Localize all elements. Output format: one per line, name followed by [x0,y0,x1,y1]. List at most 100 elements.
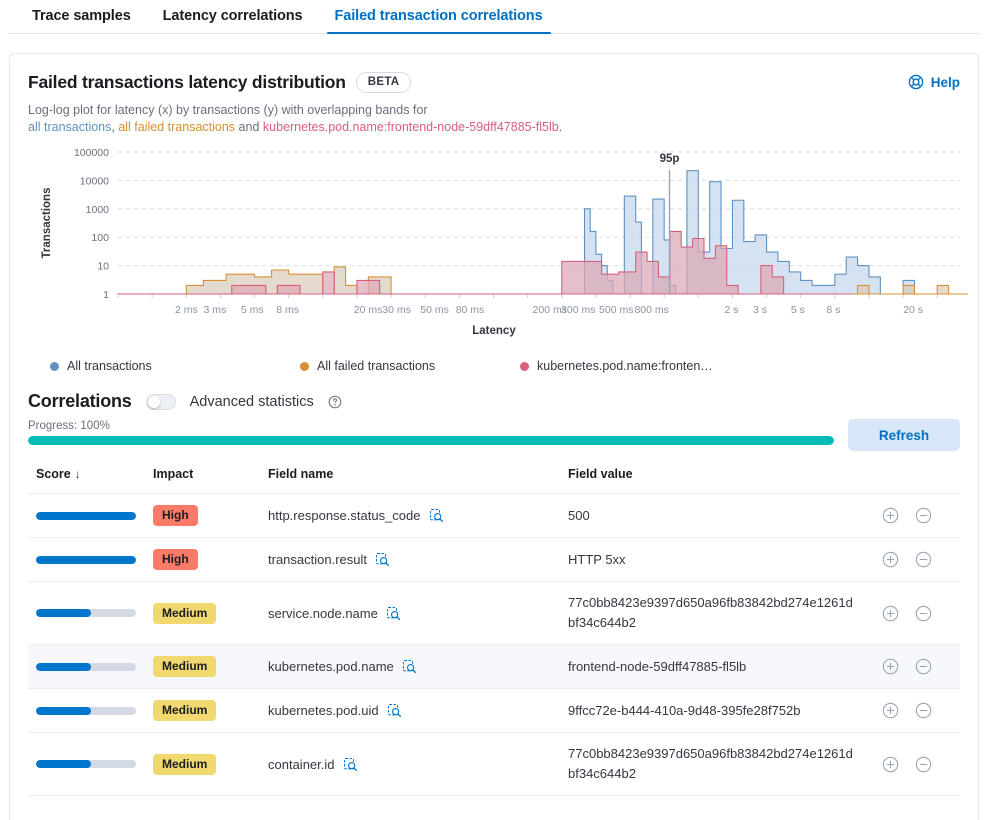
field-name-label: service.node.name [268,606,378,621]
chart-legend: All transactions All failed transactions… [28,359,960,373]
field-name-label: kubernetes.pod.uid [268,703,379,718]
table-row[interactable]: Mediumcontainer.id77c0bb8423e9397d650a96… [28,733,960,796]
svg-text:10: 10 [97,261,109,273]
table-row[interactable]: Hightransaction.resultHTTP 5xx [28,538,960,582]
inspect-field-icon[interactable] [387,703,402,718]
row-actions [882,702,960,719]
column-header-score[interactable]: Score↓ [28,461,153,494]
filter-include-icon[interactable] [882,507,899,524]
toggle-knob [148,396,160,408]
field-name-label: container.id [268,757,335,772]
cell-actions [882,733,960,796]
row-actions [882,756,960,773]
inspect-field-icon[interactable] [402,659,417,674]
svg-text:3 s: 3 s [753,304,767,316]
link-all-failed-transactions[interactable]: all failed transactions [118,120,235,134]
cell-actions [882,538,960,582]
table-head: Score↓ Impact Field name Field value [28,461,960,494]
field-value-label: 9ffcc72e-b444-410a-9d48-395fe28f752b [568,701,858,721]
filter-include-icon[interactable] [882,658,899,675]
latency-distribution-chart[interactable]: 110100100010000100000Transactions2 ms3 m… [28,142,960,347]
cell-field-name: http.response.status_code [268,494,568,538]
svg-text:20 s: 20 s [903,304,923,316]
inspect-field-icon[interactable] [343,757,358,772]
column-header-field-value[interactable]: Field value [568,461,882,494]
filter-include-icon[interactable] [882,551,899,568]
tab-latency-correlations[interactable]: Latency correlations [147,8,319,33]
score-bar-track [36,512,136,520]
legend-label: All transactions [67,359,152,373]
tab-label: Failed transaction correlations [335,8,543,24]
row-actions [882,605,960,622]
help-label: Help [931,75,960,90]
help-link[interactable]: Help [908,72,960,90]
field-name-wrapper: kubernetes.pod.uid [268,703,568,718]
filter-exclude-icon[interactable] [915,551,932,568]
score-bar-fill [36,663,91,671]
table-row[interactable]: High http.response.status_code500 [28,494,960,538]
question-mark-icon[interactable] [328,395,342,409]
table-row[interactable]: Mediumservice.node.name77c0bb8423e9397d6… [28,582,960,645]
column-header-field-name[interactable]: Field name [268,461,568,494]
legend-label: All failed transactions [317,359,435,373]
score-bar-track [36,663,136,671]
score-bar-fill [36,609,91,617]
link-all-transactions[interactable]: all transactions [28,120,111,134]
field-name-wrapper: http.response.status_code [268,508,568,523]
field-value-label: 77c0bb8423e9397d650a96fb83842bd274e1261d… [568,744,858,784]
cell-field-value: frontend-node-59dff47885-fl5lb [568,645,882,689]
tab-label: Latency correlations [163,8,303,24]
filter-include-icon[interactable] [882,702,899,719]
tab-bar: Trace samples Latency correlations Faile… [8,0,980,34]
svg-text:100: 100 [91,232,109,244]
legend-item-kubernetes-pod-name[interactable]: kubernetes.pod.name:fronten… [520,359,713,373]
score-bar-track [36,556,136,564]
link-kubernetes-pod-name[interactable]: kubernetes.pod.name:frontend-node-59dff4… [263,120,559,134]
page-title: Failed transactions latency distribution [28,72,346,93]
cell-score [28,689,153,733]
score-bar-fill [36,556,136,564]
svg-text:8 s: 8 s [826,304,840,316]
tab-failed-transaction-correlations[interactable]: Failed transaction correlations [319,8,559,33]
cell-score [28,733,153,796]
filter-exclude-icon[interactable] [915,605,932,622]
cell-score [28,494,153,538]
advanced-statistics-toggle[interactable] [146,394,176,410]
filter-include-icon[interactable] [882,756,899,773]
cell-score [28,582,153,645]
filter-exclude-icon[interactable] [915,702,932,719]
field-name-wrapper: transaction.result [268,552,568,567]
legend-item-all-transactions[interactable]: All transactions [50,359,300,373]
svg-text:300 ms: 300 ms [561,304,595,316]
filter-exclude-icon[interactable] [915,756,932,773]
tab-trace-samples[interactable]: Trace samples [16,8,147,33]
cell-impact: High [153,538,268,582]
status-badge: High [153,505,198,526]
legend-dot-icon [50,362,59,371]
score-bar-fill [36,707,91,715]
svg-text:50 ms: 50 ms [420,304,449,316]
advanced-statistics-label: Advanced statistics [190,394,314,410]
field-name-wrapper: service.node.name [268,606,568,621]
svg-text:500 ms: 500 ms [599,304,633,316]
column-header-impact[interactable]: Impact [153,461,268,494]
column-header-label: Impact [153,467,193,481]
inspect-field-icon[interactable] [386,606,401,621]
cell-field-name: container.id [268,733,568,796]
desc-period: . [559,120,562,134]
filter-exclude-icon[interactable] [915,507,932,524]
filter-exclude-icon[interactable] [915,658,932,675]
filter-include-icon[interactable] [882,605,899,622]
chart-svg: 110100100010000100000Transactions2 ms3 m… [28,142,968,328]
column-header-label: Field value [568,467,633,481]
inspect-field-icon[interactable] [375,552,390,567]
field-value-label: 500 [568,506,858,526]
legend-item-all-failed-transactions[interactable]: All failed transactions [300,359,520,373]
field-name-label: transaction.result [268,552,367,567]
cell-score [28,645,153,689]
inspect-field-icon[interactable] [429,508,444,523]
refresh-button[interactable]: Refresh [848,419,960,451]
table-row[interactable]: Mediumkubernetes.pod.uid9ffcc72e-b444-41… [28,689,960,733]
svg-text:8 ms: 8 ms [276,304,299,316]
table-row[interactable]: Mediumkubernetes.pod.namefrontend-node-5… [28,645,960,689]
